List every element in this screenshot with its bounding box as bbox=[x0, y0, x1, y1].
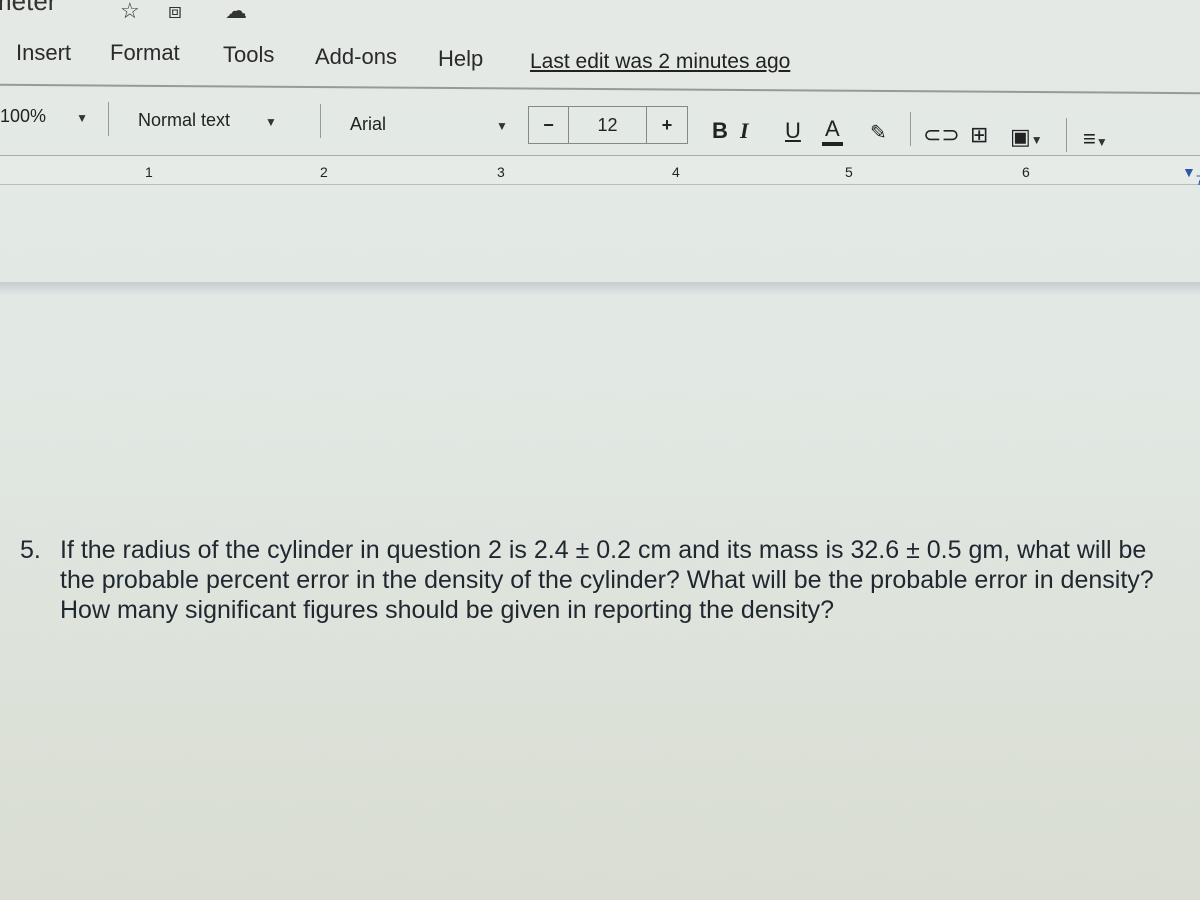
underline-button[interactable]: U bbox=[785, 118, 801, 144]
text-color-button[interactable]: A bbox=[822, 116, 843, 146]
question-number: 5. bbox=[20, 536, 41, 564]
font-size-stepper[interactable]: − 12 + bbox=[528, 106, 688, 144]
zoom-select[interactable]: 100% ▼ bbox=[0, 106, 88, 127]
document-title[interactable]: meter bbox=[0, 0, 56, 17]
font-value: Arial bbox=[350, 114, 387, 134]
menu-add-ons[interactable]: Add-ons bbox=[315, 44, 397, 70]
menu-insert[interactable]: Insert bbox=[16, 40, 71, 66]
cloud-saved-icon: ☁ bbox=[225, 0, 247, 23]
ruler-label: 5 bbox=[845, 164, 853, 180]
highlight-icon[interactable]: ✎ bbox=[870, 120, 887, 145]
menu-tools[interactable]: Tools bbox=[223, 42, 274, 68]
increase-font-size-button[interactable]: + bbox=[647, 107, 687, 143]
font-select[interactable]: Arial ▼ bbox=[350, 114, 508, 135]
chevron-down-icon: ▼ bbox=[265, 115, 277, 129]
style-select[interactable]: Normal text ▼ bbox=[138, 110, 277, 131]
chevron-down-icon: ▼ bbox=[76, 111, 88, 125]
italic-button[interactable]: I bbox=[740, 118, 749, 144]
question-text: If the radius of the cylinder in questio… bbox=[60, 536, 1154, 624]
divider bbox=[1066, 118, 1067, 152]
last-edit-link[interactable]: Last edit was 2 minutes ago bbox=[530, 50, 790, 74]
link-icon[interactable]: ⊂⊃ bbox=[923, 122, 960, 148]
star-icon[interactable]: ☆ bbox=[120, 0, 140, 24]
ruler-label: 2 bbox=[320, 164, 328, 180]
ruler-label: 7 bbox=[1195, 172, 1200, 188]
move-to-folder-icon[interactable]: ⧈ bbox=[168, 0, 182, 24]
page-top-edge bbox=[0, 282, 1200, 296]
bold-button[interactable]: B bbox=[712, 118, 728, 144]
divider bbox=[108, 102, 109, 136]
divider bbox=[320, 104, 321, 138]
style-value: Normal text bbox=[138, 110, 231, 130]
font-size-input[interactable]: 12 bbox=[569, 107, 647, 143]
decrease-font-size-button[interactable]: − bbox=[529, 107, 569, 143]
ruler[interactable]: 1 2 3 4 5 6 ▼ 7 bbox=[0, 155, 1200, 188]
align-left-icon[interactable]: ≡▼ bbox=[1083, 126, 1108, 152]
ruler-label: 6 bbox=[1022, 164, 1030, 180]
right-indent-marker[interactable]: ▼ 7 bbox=[1182, 164, 1200, 188]
divider bbox=[0, 83, 1200, 95]
chevron-down-icon: ▼ bbox=[496, 119, 508, 133]
ruler-label: 3 bbox=[497, 164, 505, 180]
menu-format[interactable]: Format bbox=[110, 40, 180, 66]
menu-help[interactable]: Help bbox=[438, 46, 483, 72]
ruler-label: 1 bbox=[145, 164, 153, 180]
insert-image-icon[interactable]: ▣▼ bbox=[1010, 124, 1043, 150]
add-comment-icon[interactable]: ⊞ bbox=[970, 122, 988, 148]
divider bbox=[910, 112, 911, 146]
question-paragraph[interactable]: 5. If the radius of the cylinder in ques… bbox=[20, 535, 1180, 625]
zoom-value: 100% bbox=[0, 106, 47, 126]
ruler-label: 4 bbox=[672, 164, 680, 180]
